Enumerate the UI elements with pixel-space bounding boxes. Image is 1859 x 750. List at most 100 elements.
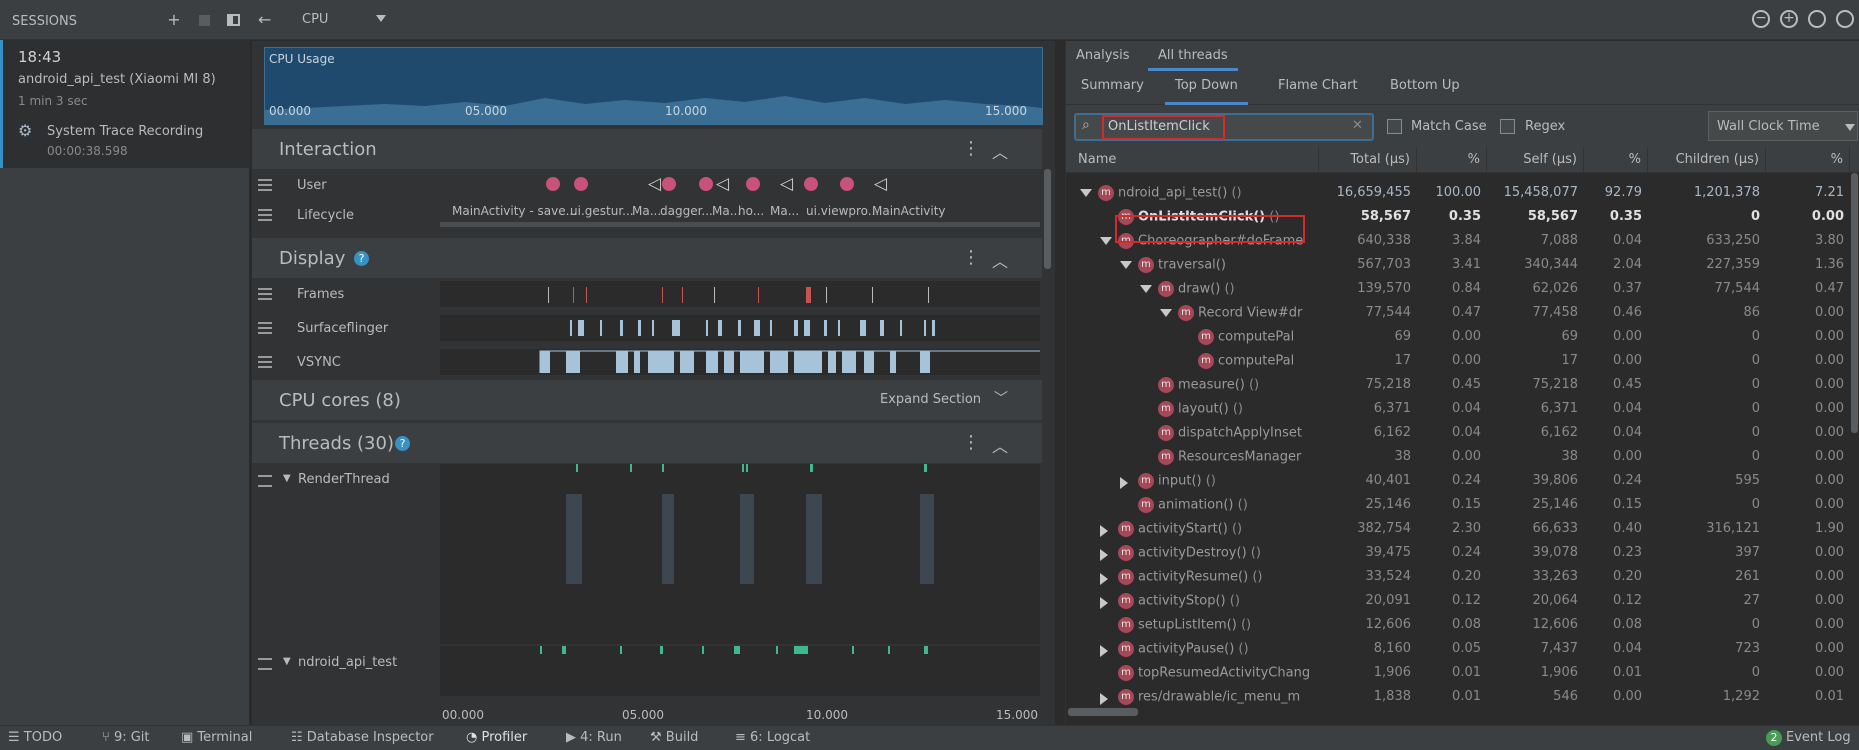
- expand-thread-icon[interactable]: ▼: [283, 473, 291, 484]
- table-row[interactable]: m input() () 40,401 0.24 39,806 0.24 595 0.00: [1066, 471, 1859, 491]
- tap-event-icon[interactable]: [804, 177, 818, 191]
- collapsed-caret-icon[interactable]: [1100, 573, 1108, 585]
- col-self[interactable]: Self (µs): [1487, 147, 1584, 173]
- expand-thread-icon[interactable]: ▼: [283, 656, 291, 667]
- col-children-pct[interactable]: %: [1766, 147, 1850, 173]
- git-tab[interactable]: ⑂ 9: Git: [102, 730, 150, 745]
- collapse-panel-icon[interactable]: [225, 12, 241, 28]
- regex-checkbox[interactable]: [1500, 119, 1515, 134]
- scroll-thumb[interactable]: [1044, 169, 1051, 269]
- collapse-icon[interactable]: ︿: [992, 139, 1008, 163]
- table-row[interactable]: m animation() () 25,146 0.15 25,146 0.15 0 0.00: [1066, 495, 1859, 515]
- lifecycle-event[interactable]: Ma...: [712, 204, 741, 218]
- add-session-icon[interactable]: +: [166, 12, 182, 28]
- render-thread-track[interactable]: [440, 464, 1040, 644]
- collapsed-caret-icon[interactable]: [1120, 477, 1128, 489]
- zoom-in-icon[interactable]: +: [1780, 10, 1798, 28]
- lifecycle-event[interactable]: ho...: [738, 204, 764, 218]
- terminal-tab[interactable]: ▣ Terminal: [181, 730, 252, 745]
- lifecycle-event[interactable]: ui.viewpro...: [806, 204, 879, 218]
- col-total-pct[interactable]: %: [1417, 147, 1487, 173]
- expanded-caret-icon[interactable]: [1120, 261, 1132, 269]
- more-icon[interactable]: ⋮: [962, 247, 980, 268]
- table-row[interactable]: m dispatchApplyInset 6,162 0.04 6,162 0.04 0 0.…: [1066, 423, 1859, 443]
- run-tab[interactable]: ▶ 4: Run: [566, 730, 622, 745]
- stop-icon[interactable]: [196, 12, 212, 28]
- tap-event-icon[interactable]: [662, 177, 676, 191]
- user-track[interactable]: ◁ ◁ ◁ ◁: [440, 172, 1040, 198]
- scroll-thumb[interactable]: [1068, 708, 1138, 716]
- zoom-out-icon[interactable]: −: [1752, 10, 1770, 28]
- lifecycle-event[interactable]: MainActivity: [872, 204, 946, 218]
- expand-section-button[interactable]: Expand Section: [880, 392, 981, 407]
- table-row[interactable]: m activityPause() () 8,160 0.05 7,437 0.04 723…: [1066, 639, 1859, 659]
- drag-handle-icon[interactable]: [258, 356, 272, 368]
- drag-handle-icon[interactable]: [258, 658, 272, 670]
- clear-icon[interactable]: ✕: [1352, 118, 1363, 133]
- event-log-tab[interactable]: Event Log: [1786, 730, 1851, 745]
- lifecycle-event[interactable]: ui.gestur...: [570, 204, 634, 218]
- tab-summary[interactable]: Summary: [1071, 71, 1154, 105]
- lifecycle-event[interactable]: MainActivity - save...: [452, 204, 577, 218]
- collapse-icon[interactable]: ︿: [992, 248, 1008, 272]
- surfaceflinger-track[interactable]: [440, 315, 1040, 341]
- drag-handle-icon[interactable]: [258, 475, 272, 487]
- drag-handle-icon[interactable]: [258, 322, 272, 334]
- api-thread-track[interactable]: [440, 646, 1040, 696]
- table-row[interactable]: m computePal 69 0.00 69 0.00 0 0.00: [1066, 327, 1859, 347]
- table-row[interactable]: m res/drawable/ic_menu_m 1,838 0.01 546 0.00 1…: [1066, 687, 1859, 707]
- tab-bottom-up[interactable]: Bottom Up: [1380, 71, 1470, 105]
- table-row[interactable]: m Record View#dr 77,544 0.47 77,458 0.46 86 0.0…: [1066, 303, 1859, 323]
- reset-zoom-icon[interactable]: [1808, 10, 1826, 28]
- clock-select[interactable]: Wall Clock Time: [1708, 111, 1858, 141]
- collapsed-caret-icon[interactable]: [1100, 525, 1108, 537]
- table-row[interactable]: m setupListItem() () 12,606 0.08 12,606 0.08 0…: [1066, 615, 1859, 635]
- help-icon[interactable]: ?: [395, 436, 410, 451]
- col-self-pct[interactable]: %: [1584, 147, 1648, 173]
- collapsed-caret-icon[interactable]: [1100, 693, 1108, 705]
- match-case-checkbox[interactable]: [1387, 119, 1402, 134]
- back-event-icon[interactable]: ◁: [648, 174, 661, 194]
- col-total[interactable]: Total (µs): [1319, 147, 1417, 173]
- tap-event-icon[interactable]: [699, 177, 713, 191]
- table-row[interactable]: m topResumedActivityChang 1,906 0.01 1,906 0.…: [1066, 663, 1859, 683]
- tab-analysis[interactable]: Analysis: [1066, 41, 1140, 71]
- expanded-caret-icon[interactable]: [1140, 285, 1152, 293]
- session-item[interactable]: 18:43 android_api_test (Xiaomi MI 8) 1 m…: [0, 40, 250, 168]
- col-name[interactable]: Name: [1066, 147, 1319, 173]
- cpu-usage-chart[interactable]: CPU Usage 00.000 05.000 10.000 15.000: [264, 47, 1043, 125]
- timeline-scrollbar[interactable]: [1042, 129, 1052, 709]
- expanded-caret-icon[interactable]: [1080, 189, 1092, 197]
- tap-event-icon[interactable]: [840, 177, 854, 191]
- back-event-icon[interactable]: ◁: [716, 174, 729, 194]
- help-icon[interactable]: ?: [354, 251, 369, 266]
- table-row[interactable]: m activityStart() () 382,754 2.30 66,633 0.40…: [1066, 519, 1859, 539]
- logcat-tab[interactable]: ≡ 6: Logcat: [735, 730, 810, 745]
- table-row[interactable]: m draw() () 139,570 0.84 62,026 0.37 77,544 0.4…: [1066, 279, 1859, 299]
- scroll-thumb[interactable]: [1851, 173, 1858, 433]
- horizontal-scrollbar[interactable]: [1066, 706, 1859, 718]
- drag-handle-icon[interactable]: [258, 179, 272, 191]
- table-row[interactable]: m activityResume() () 33,524 0.20 33,263 0.20…: [1066, 567, 1859, 587]
- tab-all-threads[interactable]: All threads: [1148, 41, 1238, 71]
- tap-event-icon[interactable]: [746, 177, 760, 191]
- table-row[interactable]: m measure() () 75,218 0.45 75,218 0.45 0 0.00: [1066, 375, 1859, 395]
- build-tab[interactable]: ⚒ Build: [650, 730, 698, 745]
- profiler-select[interactable]: CPU: [294, 8, 404, 32]
- zoom-to-selection-icon[interactable]: [1836, 10, 1854, 28]
- table-row[interactable]: m activityDestroy() () 39,475 0.24 39,078 0.2…: [1066, 543, 1859, 563]
- col-children[interactable]: Children (µs): [1648, 147, 1766, 173]
- drag-handle-icon[interactable]: [258, 288, 272, 300]
- lifecycle-event[interactable]: Ma...: [770, 204, 799, 218]
- tap-event-icon[interactable]: [574, 177, 588, 191]
- tab-top-down[interactable]: Top Down: [1165, 71, 1248, 105]
- more-icon[interactable]: ⋮: [962, 432, 980, 453]
- collapsed-caret-icon[interactable]: [1100, 645, 1108, 657]
- drag-handle-icon[interactable]: [258, 209, 272, 221]
- table-row[interactable]: m ndroid_api_test() () 16,659,455 100.00 15,…: [1066, 183, 1859, 203]
- vertical-scrollbar[interactable]: [1849, 173, 1859, 703]
- table-row[interactable]: m ResourcesManager 38 0.00 38 0.00 0 0.00: [1066, 447, 1859, 467]
- table-row[interactable]: m activityStop() () 20,091 0.12 20,064 0.12 27…: [1066, 591, 1859, 611]
- lifecycle-event[interactable]: Ma...: [632, 204, 661, 218]
- back-event-icon[interactable]: ◁: [874, 174, 887, 194]
